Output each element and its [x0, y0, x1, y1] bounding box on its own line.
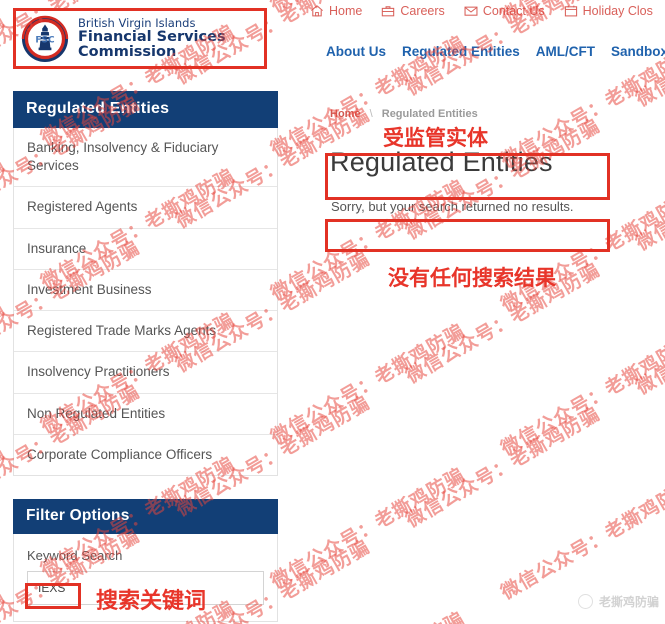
page-root: FSC British Virgin Islands Financial Ser…	[0, 0, 665, 624]
filter-options-body: Keyword Search	[13, 534, 278, 622]
briefcase-icon	[381, 4, 395, 18]
sidebar-item-corporate-compliance-officers[interactable]: Corporate Compliance Officers	[14, 435, 277, 475]
util-nav-contact-us[interactable]: Contact Us	[464, 4, 545, 18]
calendar-icon	[564, 4, 578, 18]
home-icon	[310, 4, 324, 18]
sidebar-item-insolvency-practitioners[interactable]: Insolvency Practitioners	[14, 352, 277, 394]
no-results-message: Sorry, but your search returned no resul…	[331, 198, 574, 214]
main-content: Home \ Regulated Entities Regulated Enti…	[299, 91, 665, 269]
util-nav-careers-label: Careers	[400, 4, 445, 18]
watermark-badge-text: 老撕鸡防骗	[598, 595, 659, 609]
keyword-search-label: Keyword Search	[27, 548, 123, 563]
sidebar-item-insurance[interactable]: Insurance	[14, 229, 277, 270]
util-nav-home[interactable]: Home	[310, 4, 362, 18]
logo-line-1: British Virgin Islands	[78, 15, 196, 30]
sidebar-title: Regulated Entities	[13, 91, 278, 128]
sidebar-item-banking-insolvency-fiduciary-services[interactable]: Banking, Insolvency & Fiduciary Services	[14, 128, 277, 188]
site-header: FSC British Virgin Islands Financial Ser…	[0, 0, 665, 80]
breadcrumb-separator: \	[369, 108, 373, 120]
nav-item-aml-cft[interactable]: AML/CFT	[536, 44, 595, 59]
logo-line-2: Financial Services Commission	[78, 28, 226, 61]
circle-avatar-icon	[577, 594, 593, 609]
filter-options-panel: Filter Options Keyword Search	[13, 499, 278, 622]
sidebar-item-registered-agents[interactable]: Registered Agents	[14, 187, 277, 229]
breadcrumb-home[interactable]: Home	[330, 108, 361, 120]
breadcrumb: Home \ Regulated Entities	[299, 91, 665, 120]
logo-text: British Virgin Islands Financial Service…	[78, 15, 264, 61]
nav-item-about-us[interactable]: About Us	[326, 44, 386, 59]
sidebar-item-list: Banking, Insolvency & Fiduciary Services…	[13, 128, 278, 476]
util-nav-home-label: Home	[329, 4, 363, 18]
nav-item-sandbox[interactable]: Sandbox	[611, 44, 665, 59]
util-nav-contact-us-label: Contact Us	[482, 4, 545, 18]
util-nav-careers[interactable]: Careers	[381, 4, 445, 18]
page-title: Regulated Entities	[330, 147, 553, 177]
utility-nav: Home Careers Contact Us Holiday Clos	[310, 4, 653, 18]
util-nav-holiday-closures-label: Holiday Clos	[582, 4, 653, 18]
sidebar-regulated-entities: Regulated Entities Banking, Insolvency &…	[13, 91, 278, 476]
util-nav-holiday-closures[interactable]: Holiday Clos	[564, 4, 653, 18]
sidebar-item-non-regulated-entities[interactable]: Non Regulated Entities	[14, 394, 277, 435]
envelope-icon	[464, 4, 478, 18]
main-nav: About Us Regulated Entities AML/CFT Sand…	[326, 44, 665, 59]
sidebar-item-investment-business[interactable]: Investment Business	[14, 270, 277, 312]
keyword-search-input[interactable]	[27, 571, 264, 605]
nav-item-regulated-entities[interactable]: Regulated Entities	[402, 44, 520, 59]
svg-text:FSC: FSC	[35, 35, 55, 45]
filter-options-title: Filter Options	[13, 499, 278, 534]
watermark-badge: 老撕鸡防骗	[577, 593, 659, 610]
fsc-seal-lighthouse-icon: FSC	[21, 15, 69, 63]
breadcrumb-current: Regulated Entities	[381, 108, 478, 120]
site-logo[interactable]: FSC British Virgin Islands Financial Ser…	[13, 8, 267, 69]
sidebar-item-registered-trade-marks-agents[interactable]: Registered Trade Marks Agents	[14, 311, 277, 353]
